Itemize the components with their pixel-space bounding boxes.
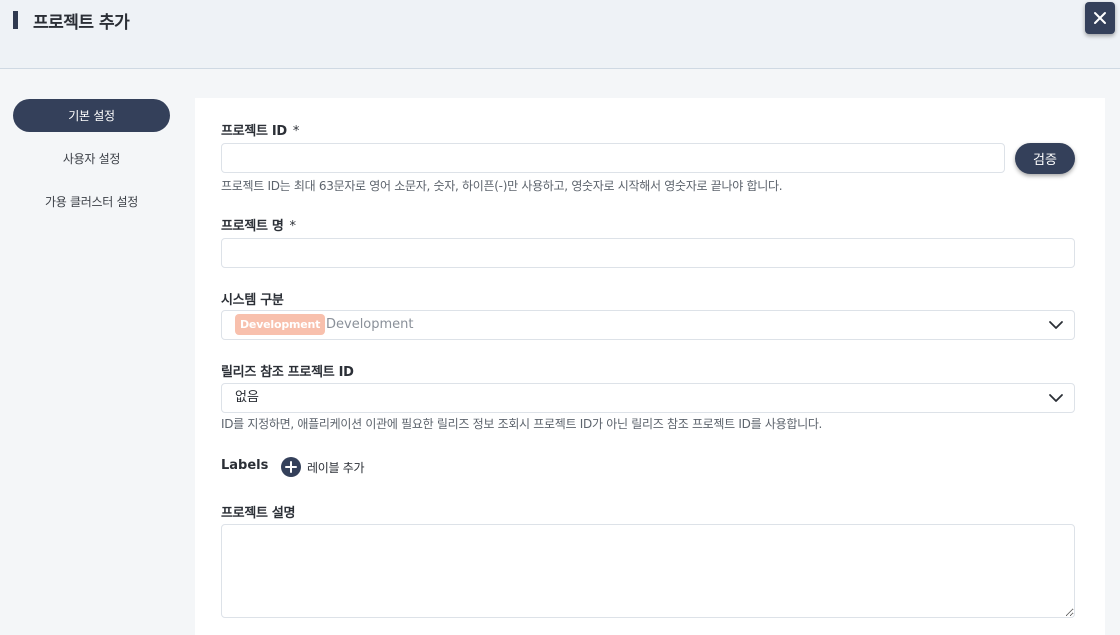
sidebar: 기본 설정 사용자 설정 가용 클러스터 설정 bbox=[0, 70, 183, 635]
project-name-label: 프로젝트 명 * bbox=[221, 215, 296, 234]
verify-button[interactable]: 검증 bbox=[1015, 143, 1075, 174]
required-mark: * bbox=[289, 219, 297, 234]
sidebar-item-cluster-settings[interactable]: 가용 클러스터 설정 bbox=[13, 185, 170, 218]
system-type-value: Development bbox=[326, 317, 414, 332]
add-label-text: 레이블 추가 bbox=[307, 460, 365, 475]
sidebar-item-user-settings[interactable]: 사용자 설정 bbox=[13, 142, 170, 175]
project-id-field bbox=[221, 143, 1005, 173]
description-textarea[interactable] bbox=[221, 524, 1075, 618]
release-ref-value: 없음 bbox=[235, 390, 259, 405]
add-label-button[interactable]: 레이블 추가 bbox=[281, 457, 365, 477]
project-name-field bbox=[221, 238, 1075, 268]
sidebar-item-basic-settings[interactable]: 기본 설정 bbox=[13, 99, 170, 132]
project-name-label-text: 프로젝트 명 bbox=[221, 219, 284, 234]
title-accent-bar bbox=[13, 11, 18, 29]
release-ref-help: ID를 지정하면, 애플리케이션 이관에 필요한 릴리즈 정보 조회시 프로젝트… bbox=[221, 417, 823, 431]
system-type-label: 시스템 구분 bbox=[221, 293, 284, 308]
development-tag: Development bbox=[235, 314, 326, 335]
chevron-down-icon bbox=[1049, 394, 1063, 402]
required-mark: * bbox=[292, 124, 300, 139]
close-icon bbox=[1094, 12, 1106, 24]
sidebar-item-label: 가용 클러스터 설정 bbox=[45, 195, 138, 209]
chevron-down-icon bbox=[1049, 321, 1063, 329]
sidebar-item-label: 사용자 설정 bbox=[62, 152, 121, 166]
description-label: 프로젝트 설명 bbox=[221, 506, 296, 521]
sidebar-item-label: 기본 설정 bbox=[68, 109, 115, 123]
project-id-help: 프로젝트 ID는 최대 63문자로 영어 소문자, 숫자, 하이픈(-)만 사용… bbox=[221, 179, 783, 193]
plus-icon bbox=[281, 457, 301, 477]
project-id-label: 프로젝트 ID * bbox=[221, 120, 299, 139]
labels-title: Labels bbox=[221, 458, 269, 473]
release-ref-select[interactable]: 없음 bbox=[221, 383, 1075, 413]
close-button[interactable] bbox=[1085, 2, 1115, 34]
project-id-label-text: 프로젝트 ID bbox=[221, 124, 287, 139]
page-title: 프로젝트 추가 bbox=[33, 13, 130, 33]
page-header: 프로젝트 추가 bbox=[0, 0, 1120, 69]
release-ref-label: 릴리즈 참조 프로젝트 ID bbox=[221, 365, 354, 380]
system-type-select[interactable]: Development Development bbox=[221, 310, 1075, 340]
project-id-input[interactable] bbox=[222, 144, 1004, 172]
project-name-input[interactable] bbox=[222, 239, 1074, 267]
